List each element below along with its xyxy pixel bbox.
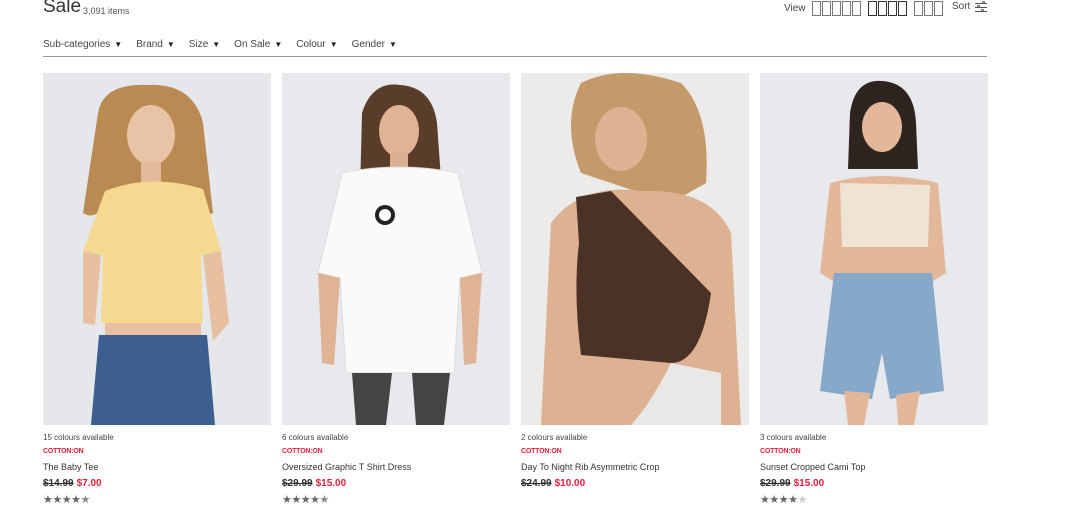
product-image[interactable] [521, 73, 749, 425]
product-name[interactable]: The Baby Tee [43, 462, 271, 472]
original-price: $29.99 [760, 478, 791, 489]
view-3-columns-button[interactable] [913, 0, 944, 16]
filter-colour[interactable]: Colour ▼ [296, 39, 337, 56]
caret-down-icon: ▼ [274, 40, 283, 49]
product-name[interactable]: Day To Night Rib Asymmetric Crop [521, 462, 749, 472]
brand-label: COTTON:ON [282, 448, 323, 455]
brand-label: COTTON:ON [760, 448, 801, 455]
caret-down-icon: ▼ [212, 40, 221, 49]
star-rating: ★★★★★ [43, 494, 90, 506]
price: $29.99 $15.00 [282, 478, 510, 489]
caret-down-icon: ▼ [166, 40, 175, 49]
brand-label: COTTON:ON [521, 448, 562, 455]
sort-button[interactable]: Sort [952, 1, 988, 12]
sort-label: Sort [952, 1, 971, 12]
product-card[interactable]: 3 colours available COTTON:ON Sunset Cro… [760, 73, 988, 506]
colours-available: 2 colours available [521, 433, 588, 442]
brand-label: COTTON:ON [43, 448, 84, 455]
product-image[interactable] [43, 73, 271, 425]
filter-bar: Sub-categories ▼ Brand ▼ Size ▼ On Sale ▼ Co… [43, 39, 987, 57]
original-price: $14.99 [43, 478, 74, 489]
product-grid: 15 colours available COTTON:ON The Baby … [43, 73, 988, 506]
product-image[interactable] [282, 73, 510, 425]
sale-price: $7.00 [76, 478, 102, 489]
original-price: $24.99 [521, 478, 552, 489]
caret-down-icon: ▼ [388, 40, 397, 49]
filter-gender[interactable]: Gender ▼ [352, 39, 397, 56]
sale-price: $10.00 [554, 478, 586, 489]
filter-sub-categories[interactable]: Sub-categories ▼ [43, 39, 122, 56]
product-card[interactable]: 15 colours available COTTON:ON The Baby … [43, 73, 271, 506]
page-header: Sale 3,091 items View Sort [43, 0, 988, 20]
sale-price: $15.00 [793, 478, 825, 489]
view-4-columns-button[interactable] [867, 0, 908, 16]
product-name[interactable]: Sunset Cropped Cami Top [760, 462, 988, 472]
view-5-columns-button[interactable] [811, 0, 862, 16]
sale-price: $15.00 [315, 478, 347, 489]
colours-available: 6 colours available [282, 433, 349, 442]
colours-available: 15 colours available [43, 433, 114, 442]
price: $24.99 $10.00 [521, 478, 749, 489]
view-label: View [784, 2, 806, 14]
view-switcher: View [784, 0, 950, 16]
product-card[interactable]: 2 colours available COTTON:ON Day To Nig… [521, 73, 749, 506]
item-count: 3,091 items [83, 6, 130, 16]
filter-size[interactable]: Size ▼ [189, 39, 220, 56]
star-rating: ★★★★★ [282, 494, 329, 506]
product-image[interactable] [760, 73, 988, 425]
price: $14.99 $7.00 [43, 478, 271, 489]
product-card[interactable]: 6 colours available COTTON:ON Oversized … [282, 73, 510, 506]
page-title: Sale [43, 0, 82, 17]
star-rating: ★★★★★ [760, 494, 807, 506]
product-name[interactable]: Oversized Graphic T Shirt Dress [282, 462, 510, 472]
caret-down-icon: ▼ [114, 40, 123, 49]
colours-available: 3 colours available [760, 433, 827, 442]
filter-on-sale[interactable]: On Sale ▼ [234, 39, 282, 56]
sliders-icon [975, 1, 988, 12]
original-price: $29.99 [282, 478, 313, 489]
price: $29.99 $15.00 [760, 478, 988, 489]
filter-brand[interactable]: Brand ▼ [136, 39, 175, 56]
caret-down-icon: ▼ [329, 40, 338, 49]
